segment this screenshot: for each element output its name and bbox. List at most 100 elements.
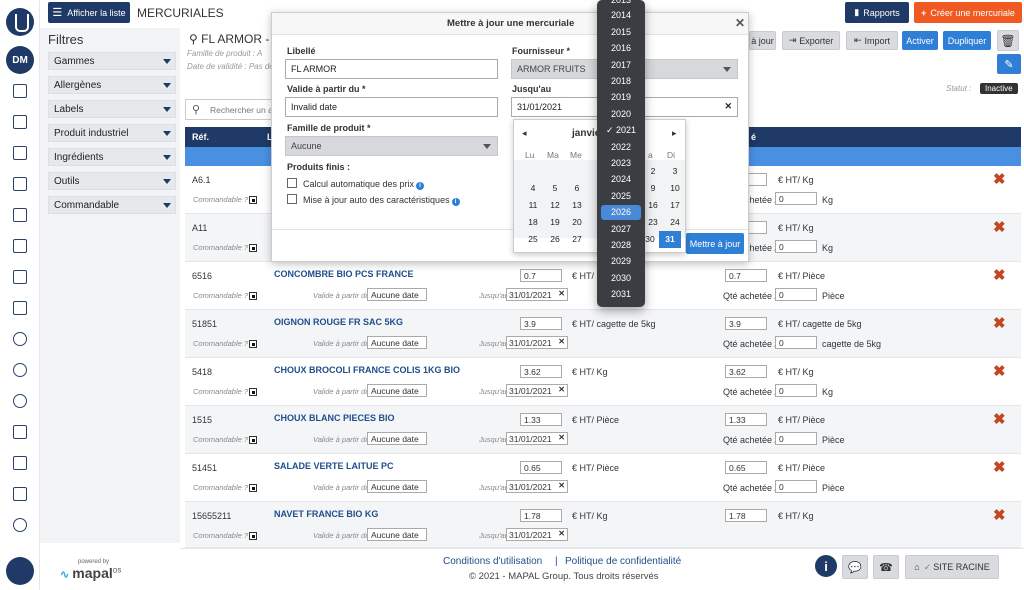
document-icon[interactable] bbox=[13, 456, 27, 470]
clear-icon[interactable]: ✕ bbox=[558, 433, 565, 442]
price-input[interactable]: 1.33 bbox=[520, 413, 562, 426]
family-select[interactable]: Aucune bbox=[285, 136, 498, 156]
qty-input[interactable]: 0 bbox=[775, 336, 817, 349]
pencil-icon[interactable]: ✎ bbox=[997, 54, 1021, 74]
price-input[interactable]: 0.65 bbox=[520, 461, 562, 474]
year-option[interactable]: 2018 bbox=[601, 74, 641, 89]
calendar-day[interactable]: 23 bbox=[642, 217, 664, 227]
export-button[interactable]: ⇥ Exporter bbox=[782, 31, 840, 50]
clear-icon[interactable]: ✕ bbox=[558, 289, 565, 298]
year-option[interactable]: 2027 bbox=[601, 222, 641, 237]
calendar-day[interactable]: 20 bbox=[566, 217, 588, 227]
privacy-link[interactable]: Politique de confidentialité bbox=[565, 556, 681, 567]
price-input-secondary[interactable]: 3.62 bbox=[725, 365, 767, 378]
users-icon[interactable] bbox=[13, 394, 27, 408]
price-input-secondary[interactable]: 1.78 bbox=[725, 509, 767, 522]
submit-update-button[interactable]: Mettre à jour bbox=[686, 233, 744, 254]
auto-price-checkbox[interactable] bbox=[287, 178, 297, 188]
delete-icon[interactable]: ✖ bbox=[993, 266, 1006, 284]
calendar-day[interactable]: 18 bbox=[522, 217, 544, 227]
price-input[interactable]: 3.9 bbox=[520, 317, 562, 330]
create-mercuriale-button[interactable]: + Créer une mercuriale bbox=[914, 2, 1022, 23]
qty-input[interactable]: 0 bbox=[775, 384, 817, 397]
qty-input[interactable]: 0 bbox=[775, 240, 817, 253]
clipboard-icon[interactable] bbox=[13, 146, 27, 160]
year-option[interactable]: 2015 bbox=[601, 25, 641, 40]
year-option[interactable]: 2030 bbox=[601, 271, 641, 286]
calendar-day[interactable]: 11 bbox=[522, 200, 544, 210]
show-list-button[interactable]: ☰ Afficher la liste bbox=[48, 2, 130, 23]
clear-icon[interactable]: ✕ bbox=[724, 101, 732, 112]
home-icon[interactable] bbox=[13, 84, 27, 98]
filter-allergenes[interactable]: Allergènes bbox=[48, 76, 176, 94]
prev-month-icon[interactable]: ◂ bbox=[522, 128, 527, 139]
price-input-secondary[interactable]: 0.65 bbox=[725, 461, 767, 474]
terms-link[interactable]: Conditions d'utilisation bbox=[443, 556, 542, 567]
filter-commandable[interactable]: Commandable bbox=[48, 196, 176, 214]
calendar-day[interactable]: 17 bbox=[664, 200, 686, 210]
commandable-checkbox[interactable] bbox=[249, 484, 257, 492]
year-option[interactable]: 2022 bbox=[601, 140, 641, 155]
chef-hat-icon[interactable] bbox=[13, 332, 27, 346]
update-button[interactable]: à jour bbox=[749, 31, 776, 50]
calendar-day[interactable]: 9 bbox=[642, 183, 664, 193]
handshake-icon[interactable] bbox=[13, 239, 27, 253]
edit-icon[interactable] bbox=[13, 115, 27, 129]
price-input-secondary[interactable]: 1.33 bbox=[725, 413, 767, 426]
year-option[interactable]: 2014 bbox=[601, 8, 641, 23]
commandable-checkbox[interactable] bbox=[249, 292, 257, 300]
import-button[interactable]: ⇤ Import bbox=[846, 31, 898, 50]
filter-outils[interactable]: Outils bbox=[48, 172, 176, 190]
search-input[interactable]: ⚲ Rechercher un ar bbox=[185, 99, 280, 120]
calendar-day[interactable]: 26 bbox=[544, 234, 566, 244]
year-option[interactable]: 2020 bbox=[601, 107, 641, 122]
filter-gammes[interactable]: Gammes bbox=[48, 52, 176, 70]
delete-icon[interactable]: ✖ bbox=[993, 218, 1006, 236]
qty-input[interactable]: 0 bbox=[775, 480, 817, 493]
year-option[interactable]: 2026 bbox=[601, 205, 641, 221]
year-option[interactable]: 2029 bbox=[601, 254, 641, 269]
valid-from-input[interactable]: Aucune date bbox=[367, 432, 427, 445]
valid-from-input[interactable]: Aucune date bbox=[367, 288, 427, 301]
price-input[interactable]: 3.62 bbox=[520, 365, 562, 378]
qty-input[interactable]: 0 bbox=[775, 192, 817, 205]
price-input[interactable]: 0.7 bbox=[520, 269, 562, 282]
calendar-day[interactable]: 12 bbox=[544, 200, 566, 210]
calendar-day[interactable]: 16 bbox=[642, 200, 664, 210]
close-icon[interactable]: ✕ bbox=[735, 16, 745, 30]
year-option[interactable]: 2031 bbox=[601, 287, 641, 302]
until-input[interactable]: 31/01/2021 ✕ bbox=[506, 336, 568, 349]
activate-button[interactable]: Activer bbox=[902, 31, 938, 50]
delete-icon[interactable]: ✖ bbox=[993, 458, 1006, 476]
calendar-day[interactable]: 10 bbox=[664, 183, 686, 193]
filter-produit-industriel[interactable]: Produit industriel bbox=[48, 124, 176, 142]
year-option[interactable]: 2019 bbox=[601, 90, 641, 105]
support-icon[interactable]: ☎ bbox=[873, 555, 899, 579]
calendar-day[interactable]: 19 bbox=[544, 217, 566, 227]
box-icon[interactable] bbox=[13, 425, 27, 439]
year-option[interactable]: 2024 bbox=[601, 172, 641, 187]
year-option[interactable]: 2023 bbox=[601, 156, 641, 171]
info-icon[interactable]: i bbox=[416, 182, 425, 190]
cart-icon[interactable] bbox=[13, 301, 27, 315]
calendar-day[interactable]: 25 bbox=[522, 234, 544, 244]
commandable-checkbox[interactable] bbox=[249, 532, 257, 540]
label-input[interactable]: FL ARMOR bbox=[285, 59, 498, 79]
calendar-day[interactable]: 24 bbox=[664, 217, 686, 227]
store-icon[interactable] bbox=[13, 177, 27, 191]
commandable-checkbox[interactable] bbox=[249, 196, 257, 204]
year-option[interactable]: 2028 bbox=[601, 238, 641, 253]
valid-from-input[interactable]: Invalid date bbox=[285, 97, 498, 117]
clear-icon[interactable]: ✕ bbox=[558, 385, 565, 394]
price-input[interactable]: 1.78 bbox=[520, 509, 562, 522]
delete-icon[interactable]: ✖ bbox=[993, 362, 1006, 380]
valid-from-input[interactable]: Aucune date bbox=[367, 336, 427, 349]
year-option[interactable]: 2016 bbox=[601, 41, 641, 56]
year-option[interactable]: 2013 bbox=[601, 0, 641, 8]
calendar-day-selected[interactable]: 31 bbox=[659, 231, 681, 248]
report-icon[interactable] bbox=[13, 487, 27, 501]
year-option[interactable]: 2025 bbox=[601, 189, 641, 204]
qty-input[interactable]: 0 bbox=[775, 432, 817, 445]
next-month-icon[interactable]: ▸ bbox=[672, 128, 677, 139]
commandable-checkbox[interactable] bbox=[249, 388, 257, 396]
